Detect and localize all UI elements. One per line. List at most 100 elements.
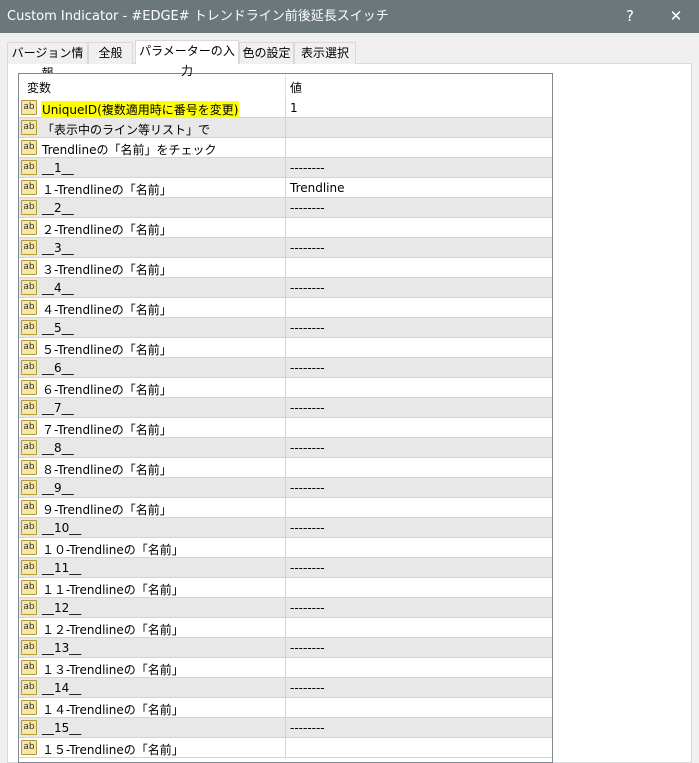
close-button[interactable]: ✕ (653, 0, 699, 33)
parameter-name: ２-Trendlineの「名前」 (42, 223, 172, 237)
column-separator (285, 578, 286, 598)
table-row[interactable]: ab ７-Trendlineの「名前」 (19, 418, 552, 438)
table-row[interactable]: ab __5__ -------- (19, 318, 552, 338)
string-type-icon: ab (21, 540, 37, 555)
tab-parameters[interactable]: パラメーターの入力 (135, 40, 239, 78)
table-row[interactable]: ab __7__ -------- (19, 398, 552, 418)
tab-colors[interactable]: 色の設定 (239, 42, 294, 64)
grid-header: 変数 値 (19, 74, 552, 98)
table-row[interactable]: ab ４-Trendlineの「名前」 (19, 298, 552, 318)
parameter-name: １１-Trendlineの「名前」 (42, 583, 184, 597)
column-separator (285, 418, 286, 438)
table-row[interactable]: ab __6__ -------- (19, 358, 552, 378)
parameter-name: ７-Trendlineの「名前」 (42, 423, 172, 437)
parameter-value[interactable]: -------- (290, 401, 325, 415)
parameter-name: １０-Trendlineの「名前」 (42, 543, 184, 557)
table-row[interactable]: ab １-Trendlineの「名前」 Trendline (19, 178, 552, 198)
table-row[interactable]: ab １５-Trendlineの「名前」 (19, 738, 552, 758)
table-row[interactable]: ab UniqueID(複数適用時に番号を変更) 1 (19, 98, 552, 118)
string-type-icon: ab (21, 660, 37, 675)
parameter-name: __5__ (42, 321, 74, 335)
parameter-name: __3__ (42, 241, 74, 255)
parameter-value[interactable]: -------- (290, 241, 325, 255)
parameter-name: ３-Trendlineの「名前」 (42, 263, 172, 277)
parameter-value[interactable]: -------- (290, 201, 325, 215)
table-row[interactable]: ab ５-Trendlineの「名前」 (19, 338, 552, 358)
tab-version-info[interactable]: バージョン情報 (7, 42, 88, 80)
parameter-value[interactable]: -------- (290, 601, 325, 615)
parameter-value[interactable]: -------- (290, 681, 325, 695)
parameter-value[interactable]: -------- (290, 721, 325, 735)
header-variable[interactable]: 変数 (27, 79, 51, 96)
table-row[interactable]: ab １４-Trendlineの「名前」 (19, 698, 552, 718)
table-row[interactable]: ab __8__ -------- (19, 438, 552, 458)
table-row[interactable]: ab ８-Trendlineの「名前」 (19, 458, 552, 478)
parameter-name: __9__ (42, 481, 74, 495)
table-row[interactable]: ab __11__ -------- (19, 558, 552, 578)
table-row[interactable]: ab ６-Trendlineの「名前」 (19, 378, 552, 398)
column-separator (285, 318, 286, 338)
string-type-icon: ab (21, 740, 37, 755)
table-row[interactable]: ab __1__ -------- (19, 158, 552, 178)
parameter-value[interactable]: Trendline (290, 181, 345, 195)
parameter-name: １２-Trendlineの「名前」 (42, 623, 184, 637)
table-row[interactable]: ab １３-Trendlineの「名前」 (19, 658, 552, 678)
column-separator (285, 698, 286, 718)
parameter-value[interactable]: -------- (290, 321, 325, 335)
parameter-name: ６-Trendlineの「名前」 (42, 383, 172, 397)
table-row[interactable]: ab １２-Trendlineの「名前」 (19, 618, 552, 638)
string-type-icon: ab (21, 200, 37, 215)
parameter-value[interactable]: -------- (290, 481, 325, 495)
string-type-icon: ab (21, 360, 37, 375)
parameter-name: __8__ (42, 441, 74, 455)
table-row[interactable]: ab __15__ -------- (19, 718, 552, 738)
parameter-name: __7__ (42, 401, 74, 415)
table-row[interactable]: ab 「表示中のライン等リスト」で (19, 118, 552, 138)
table-row[interactable]: ab __4__ -------- (19, 278, 552, 298)
parameter-value[interactable]: -------- (290, 641, 325, 655)
parameter-value[interactable]: -------- (290, 441, 325, 455)
column-separator (285, 178, 286, 198)
table-row[interactable]: ab __3__ -------- (19, 238, 552, 258)
parameter-value[interactable]: -------- (290, 361, 325, 375)
column-separator (285, 678, 286, 698)
header-separator[interactable] (285, 74, 286, 98)
column-separator (285, 538, 286, 558)
table-row[interactable]: ab __10__ -------- (19, 518, 552, 538)
table-row[interactable]: ab ３-Trendlineの「名前」 (19, 258, 552, 278)
parameter-value[interactable]: -------- (290, 521, 325, 535)
table-row[interactable]: ab __9__ -------- (19, 478, 552, 498)
tab-general[interactable]: 全般 (88, 42, 133, 64)
table-row[interactable]: ab __12__ -------- (19, 598, 552, 618)
parameter-value[interactable]: -------- (290, 161, 325, 175)
string-type-icon: ab (21, 640, 37, 655)
column-separator (285, 458, 286, 478)
table-row[interactable]: ab __14__ -------- (19, 678, 552, 698)
string-type-icon: ab (21, 180, 37, 195)
string-type-icon: ab (21, 720, 37, 735)
string-type-icon: ab (21, 260, 37, 275)
table-row[interactable]: ab ２-Trendlineの「名前」 (19, 218, 552, 238)
parameter-name: __12__ (42, 601, 82, 615)
column-separator (285, 518, 286, 538)
table-row[interactable]: ab １１-Trendlineの「名前」 (19, 578, 552, 598)
column-separator (285, 98, 286, 118)
help-button[interactable]: ? (607, 0, 653, 33)
string-type-icon: ab (21, 620, 37, 635)
header-value[interactable]: 値 (290, 79, 302, 96)
table-row[interactable]: ab __13__ -------- (19, 638, 552, 658)
column-separator (285, 218, 286, 238)
table-row[interactable]: ab １０-Trendlineの「名前」 (19, 538, 552, 558)
column-separator (285, 558, 286, 578)
parameter-name: __6__ (42, 361, 74, 375)
table-row[interactable]: ab ９-Trendlineの「名前」 (19, 498, 552, 518)
parameter-name: UniqueID(複数適用時に番号を変更) (41, 101, 240, 118)
parameter-value[interactable]: -------- (290, 561, 325, 575)
string-type-icon: ab (21, 420, 37, 435)
tab-display-select[interactable]: 表示選択 (294, 42, 356, 64)
parameter-value[interactable]: -------- (290, 281, 325, 295)
table-row[interactable]: ab __2__ -------- (19, 198, 552, 218)
table-row[interactable]: ab Trendlineの「名前」をチェック (19, 138, 552, 158)
parameter-value[interactable]: 1 (290, 101, 298, 115)
column-separator (285, 238, 286, 258)
